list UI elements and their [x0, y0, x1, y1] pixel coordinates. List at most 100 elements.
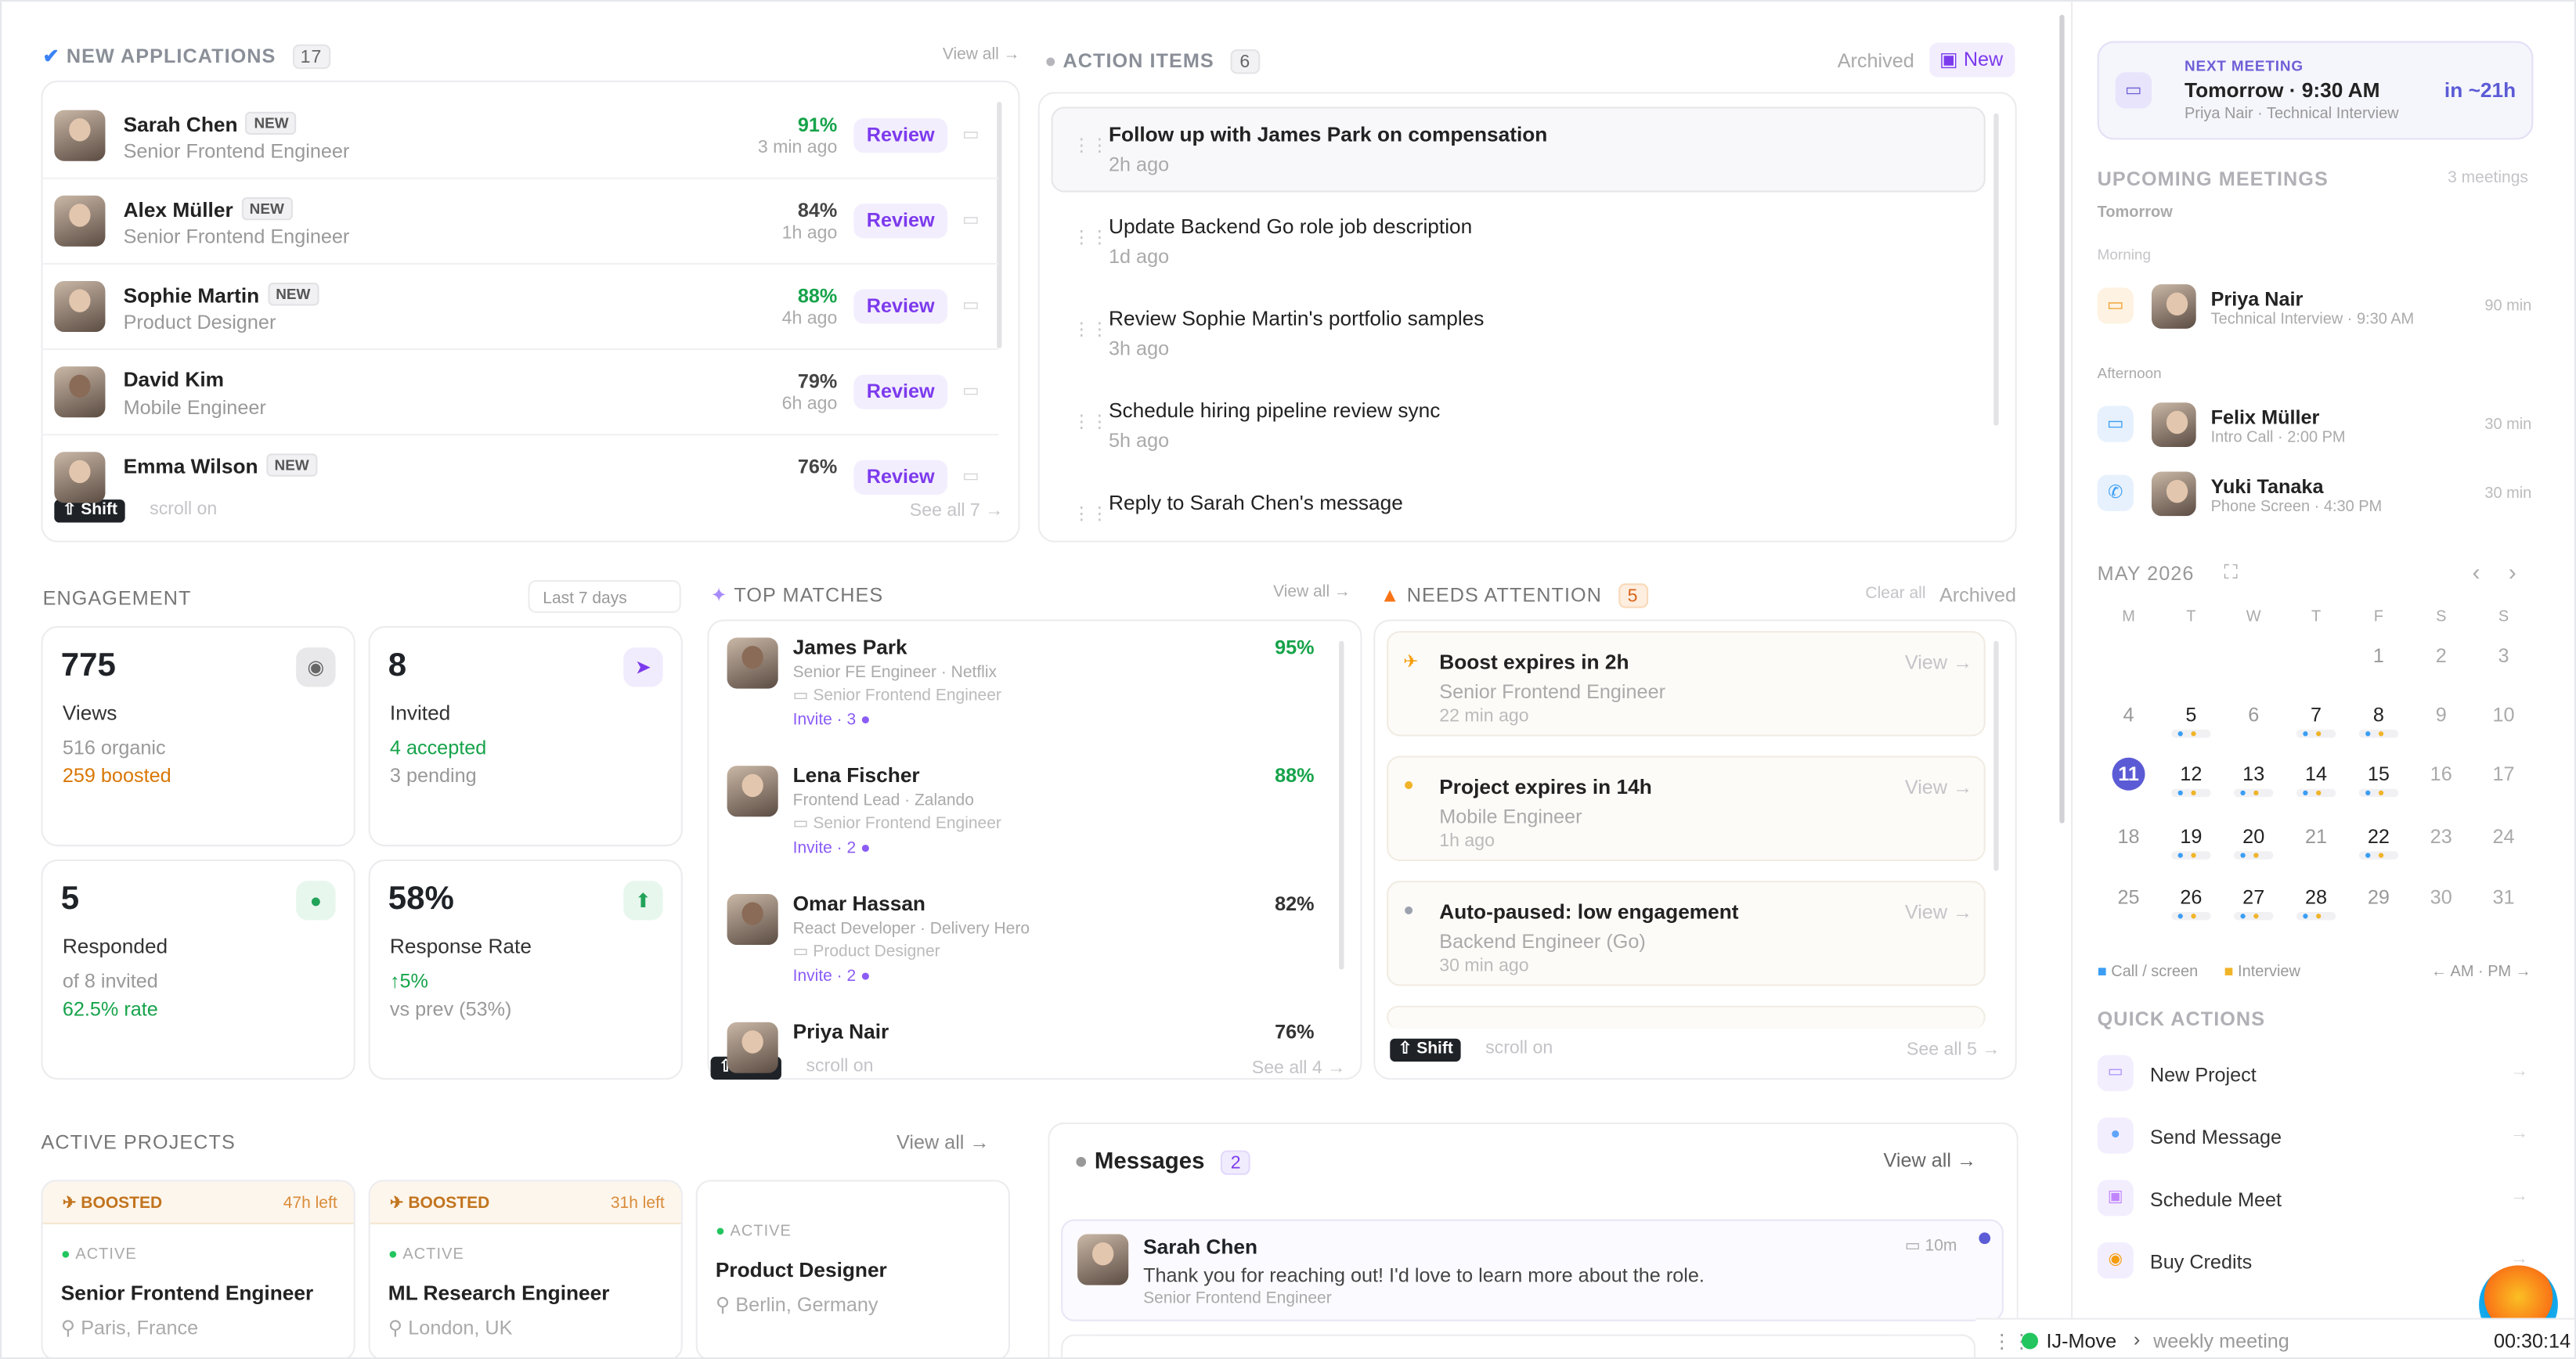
calendar-day[interactable]: 8: [2354, 703, 2403, 746]
calendar-day[interactable]: 12: [2167, 762, 2216, 806]
archive-icon[interactable]: ▭: [962, 123, 980, 145]
review-button[interactable]: Review: [853, 204, 948, 239]
archived-link[interactable]: Archived: [1939, 583, 2016, 606]
calendar-day[interactable]: 9: [2416, 703, 2466, 746]
calendar-day[interactable]: 19: [2167, 825, 2216, 868]
calendar-day[interactable]: 13: [2229, 762, 2278, 806]
app-name[interactable]: IJ-Move: [2047, 1329, 2117, 1352]
view-all-applications-link[interactable]: View all →: [943, 46, 1020, 64]
action-item[interactable]: [1051, 383, 1985, 468]
attention-item[interactable]: [1387, 1005, 1986, 1029]
drag-handle-icon[interactable]: ⋮⋮: [1073, 319, 1109, 340]
project-card[interactable]: ● ACTIVE Product Designer ⚲ Berlin, German…: [695, 1180, 1010, 1357]
calendar-day[interactable]: 11: [2104, 757, 2153, 806]
drag-handle-icon[interactable]: ⋮⋮: [1073, 227, 1109, 248]
action-item[interactable]: [1051, 291, 1985, 377]
scrollbar[interactable]: [1993, 113, 1999, 426]
calendar-day[interactable]: 21: [2292, 825, 2341, 868]
view-all-projects-link[interactable]: View all →: [897, 1130, 990, 1153]
expand-icon[interactable]: ⛶: [2224, 561, 2238, 585]
invite-link[interactable]: Invite · 2 ●: [793, 968, 871, 986]
calendar-day[interactable]: 29: [2354, 885, 2403, 928]
review-button[interactable]: Review: [853, 289, 948, 324]
range-select[interactable]: Last 7 days: [528, 580, 681, 614]
scrollbar[interactable]: [1993, 640, 1999, 871]
action-item[interactable]: [1051, 199, 1985, 284]
chevron-right-icon[interactable]: ›: [2509, 559, 2516, 586]
calendar-day[interactable]: 1: [2354, 644, 2403, 687]
calendar-day[interactable]: 6: [2229, 703, 2278, 746]
project-card[interactable]: ✈ BOOSTED 47h left ● ACTIVE Senior Frontend…: [41, 1180, 355, 1357]
calendar-day[interactable]: 17: [2479, 762, 2528, 806]
quick-action-item[interactable]: ◉ Buy Credits →: [2097, 1242, 2532, 1281]
quick-action-item[interactable]: ▣ Schedule Meet →: [2097, 1180, 2532, 1219]
calendar-day[interactable]: 28: [2292, 885, 2341, 928]
legend-call: ■ Call / screen: [2098, 963, 2199, 981]
calendar-day[interactable]: 4: [2104, 703, 2153, 746]
calendar-day[interactable]: 5: [2167, 703, 2216, 746]
view-link[interactable]: View →: [1905, 900, 1972, 923]
day-number: 17: [2492, 762, 2515, 786]
view-all-matches-link[interactable]: View all →: [1273, 583, 1351, 601]
calendar-day[interactable]: 24: [2479, 825, 2528, 868]
action-item[interactable]: [1051, 475, 1985, 561]
pane-resize-handle[interactable]: [2059, 14, 2065, 824]
calendar-day[interactable]: 23: [2416, 825, 2466, 868]
archive-icon[interactable]: ▭: [962, 209, 980, 230]
view-link[interactable]: View →: [1905, 776, 1972, 798]
clear-all-link[interactable]: Clear all: [1865, 585, 1925, 603]
calendar-day[interactable]: 10: [2479, 703, 2528, 746]
action-item[interactable]: [1051, 106, 1986, 193]
calendar-day[interactable]: 25: [2104, 885, 2153, 928]
calendar-day[interactable]: 27: [2229, 885, 2278, 928]
archived-link[interactable]: Archived: [1838, 49, 1914, 72]
afternoon-label: Afternoon: [2097, 365, 2162, 382]
quick-action-item[interactable]: ▭ New Project →: [2097, 1054, 2532, 1094]
review-button[interactable]: Review: [853, 118, 948, 153]
archive-icon[interactable]: ▭: [962, 380, 980, 401]
quick-action-item[interactable]: ● Send Message →: [2097, 1117, 2532, 1156]
video-icon: ▭: [2115, 72, 2152, 109]
next-meeting-card[interactable]: ▭ NEXT MEETING Tomorrow · 9:30 AM Priya …: [2097, 41, 2534, 140]
project-card[interactable]: ✈ BOOSTED 31h left ● ACTIVE ML Research Eng…: [368, 1180, 683, 1357]
arrow-right-icon: →: [2509, 1186, 2529, 1206]
view-link[interactable]: View →: [1905, 651, 1972, 673]
calendar-day[interactable]: 7: [2292, 703, 2341, 746]
drag-handle-icon[interactable]: ⋮⋮: [1073, 503, 1109, 524]
drag-handle-icon[interactable]: ⋮⋮: [1073, 411, 1109, 432]
stat-detail: ↑5%: [389, 969, 428, 993]
calendar-day[interactable]: 31: [2479, 885, 2528, 928]
invite-link[interactable]: Invite · 3 ●: [793, 712, 871, 730]
archive-icon[interactable]: ▭: [962, 465, 980, 486]
attention-time: 30 min ago: [1439, 956, 1529, 976]
candidate-title: Frontend Lead · Zalando: [792, 791, 974, 810]
chevron-left-icon[interactable]: ‹: [2473, 559, 2480, 586]
pin-icon: ⚲: [715, 1293, 736, 1317]
calendar-day[interactable]: 30: [2416, 885, 2466, 928]
drag-handle-icon[interactable]: ⋮⋮: [1073, 135, 1109, 156]
see-all-attention-link[interactable]: See all 5 →: [1907, 1040, 2000, 1060]
invite-link[interactable]: Invite · 2 ●: [793, 840, 871, 858]
view-all-messages-link[interactable]: View all →: [1884, 1148, 1977, 1171]
message-item[interactable]: Sarah Chen Thank you for reaching out! I…: [1061, 1219, 2004, 1321]
calendar-day[interactable]: 22: [2354, 825, 2403, 868]
calendar-day[interactable]: 20: [2229, 825, 2278, 868]
archive-icon[interactable]: ▭: [962, 294, 980, 315]
stat-label: Response Rate: [389, 935, 532, 958]
calendar-day[interactable]: 16: [2416, 762, 2466, 806]
message-item[interactable]: [1061, 1334, 1976, 1357]
calendar-day[interactable]: 18: [2104, 825, 2153, 868]
calendar-day[interactable]: 26: [2167, 885, 2216, 928]
calendar-day[interactable]: 2: [2416, 644, 2466, 687]
calendar-day[interactable]: 14: [2292, 762, 2341, 806]
avatar: [54, 452, 106, 503]
see-all-matches-link[interactable]: See all 4 →: [1252, 1058, 1345, 1078]
task-name[interactable]: weekly meeting: [2153, 1329, 2289, 1352]
new-action-button[interactable]: ▣ New: [1929, 42, 2015, 78]
scrollbar[interactable]: [1339, 640, 1344, 970]
calendar-day[interactable]: 3: [2479, 644, 2528, 687]
review-button[interactable]: Review: [853, 374, 948, 409]
calendar-day[interactable]: 15: [2354, 762, 2403, 806]
review-button[interactable]: Review: [853, 460, 948, 495]
active-dot-icon: ●: [60, 1245, 76, 1264]
